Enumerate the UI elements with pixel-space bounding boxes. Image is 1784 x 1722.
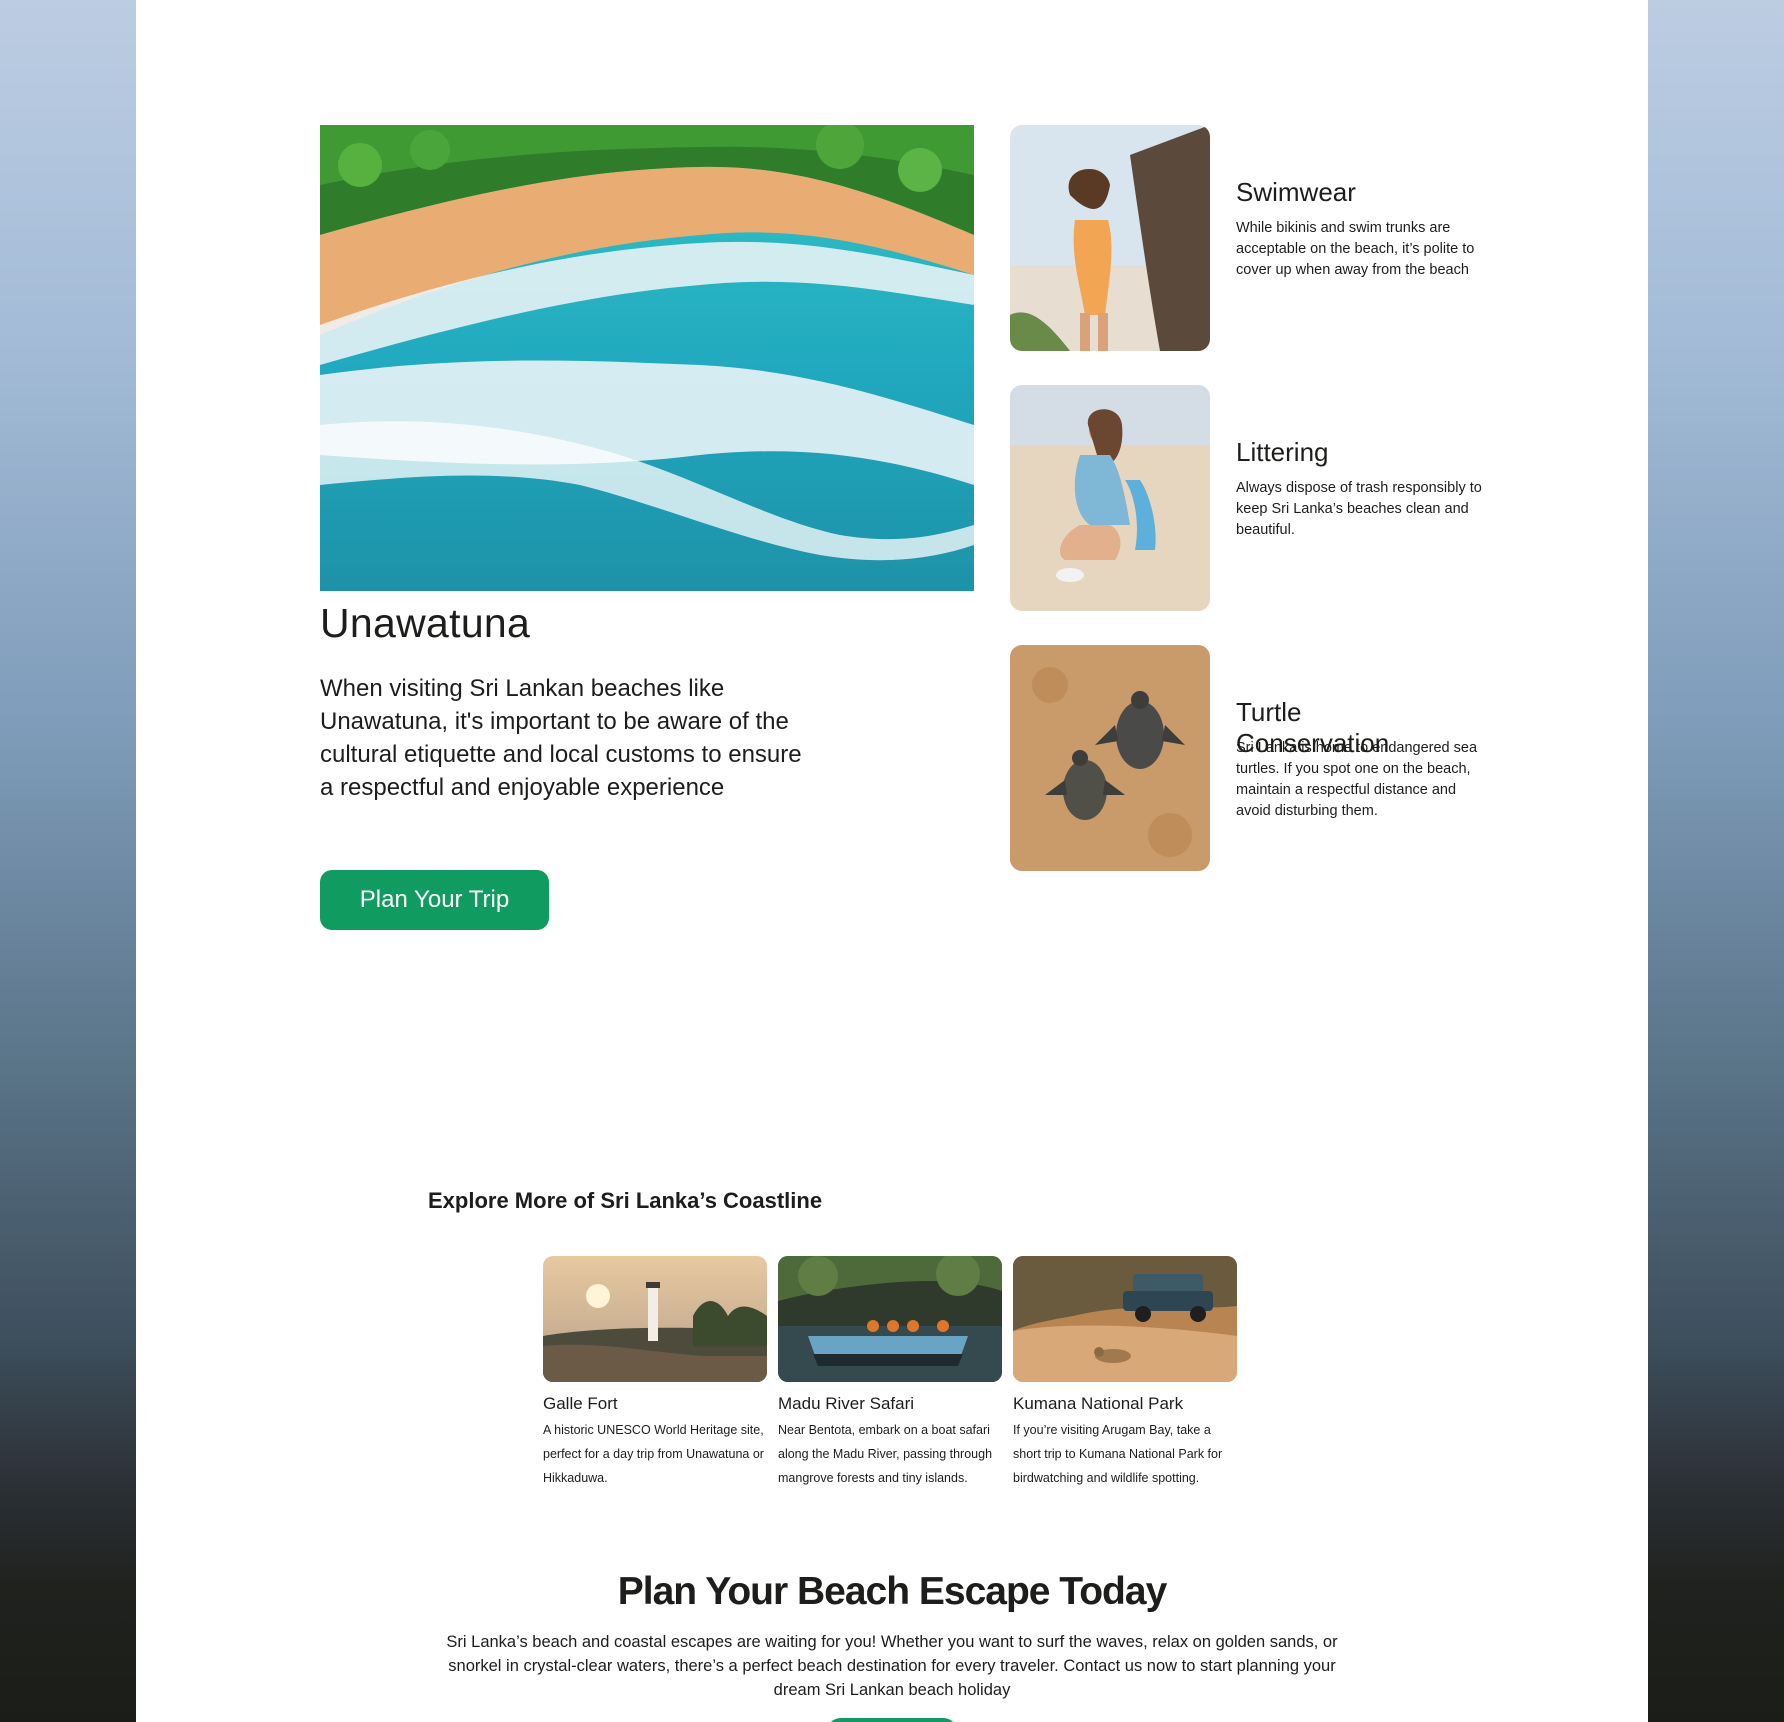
tip-text: Sri Lanka is home to endangered sea turt… [1236, 740, 1478, 819]
kumana-park-image [1013, 1256, 1237, 1382]
cta-title: Plan Your Beach Escape Today [617, 1570, 1168, 1613]
destination-description: When visiting Sri Lankan beaches like Un… [320, 675, 802, 801]
explore-section-title: Explore More of Sri Lanka’s Coastline [428, 1188, 823, 1213]
card-text: Near Bentota, embark on a boat safari al… [778, 1423, 993, 1485]
tip-text: Always dispose of trash responsibly to k… [1236, 480, 1482, 538]
littering-image [1010, 385, 1210, 611]
plan-your-trip-button[interactable]: Plan Your Trip [320, 870, 549, 930]
page-content: Unawatuna When visiting Sri Lankan beach… [136, 0, 1648, 1722]
tip-text: While bikinis and swim trunks are accept… [1236, 220, 1475, 278]
madu-river-image [778, 1256, 1002, 1382]
card-title: Galle Fort [543, 1394, 618, 1413]
explore-card-kumana-national-park[interactable]: Kumana National Park If you’re visiting … [1013, 1256, 1237, 1490]
swimwear-image [1010, 125, 1210, 351]
galle-fort-image [543, 1256, 767, 1382]
explore-card-galle-fort[interactable]: Galle Fort A historic UNESCO World Herit… [543, 1256, 767, 1490]
card-text: A historic UNESCO World Heritage site, p… [543, 1423, 764, 1485]
explore-card-madu-river-safari[interactable]: Madu River Safari Near Bentota, embark o… [778, 1256, 1002, 1490]
tip-card-littering: Littering Always dispose of trash respon… [1010, 385, 1482, 611]
turtles-image [1010, 645, 1210, 871]
tip-card-turtle-conservation: Turtle Conservation Sri Lanka is home to… [1010, 645, 1477, 871]
tip-title: Littering [1236, 437, 1329, 467]
destination-title: Unawatuna [320, 600, 531, 646]
card-title: Madu River Safari [778, 1394, 915, 1413]
tip-card-swimwear: Swimwear While bikinis and swim trunks a… [1010, 125, 1474, 351]
tip-title: Swimwear [1236, 177, 1356, 207]
cta-text: Sri Lanka’s beach and coastal escapes ar… [446, 1633, 1338, 1699]
cta-button[interactable] [826, 1718, 958, 1722]
unawatuna-beach-image [320, 125, 974, 591]
card-title: Kumana National Park [1013, 1394, 1184, 1413]
card-text: If you’re visiting Arugam Bay, take a sh… [1013, 1423, 1223, 1485]
